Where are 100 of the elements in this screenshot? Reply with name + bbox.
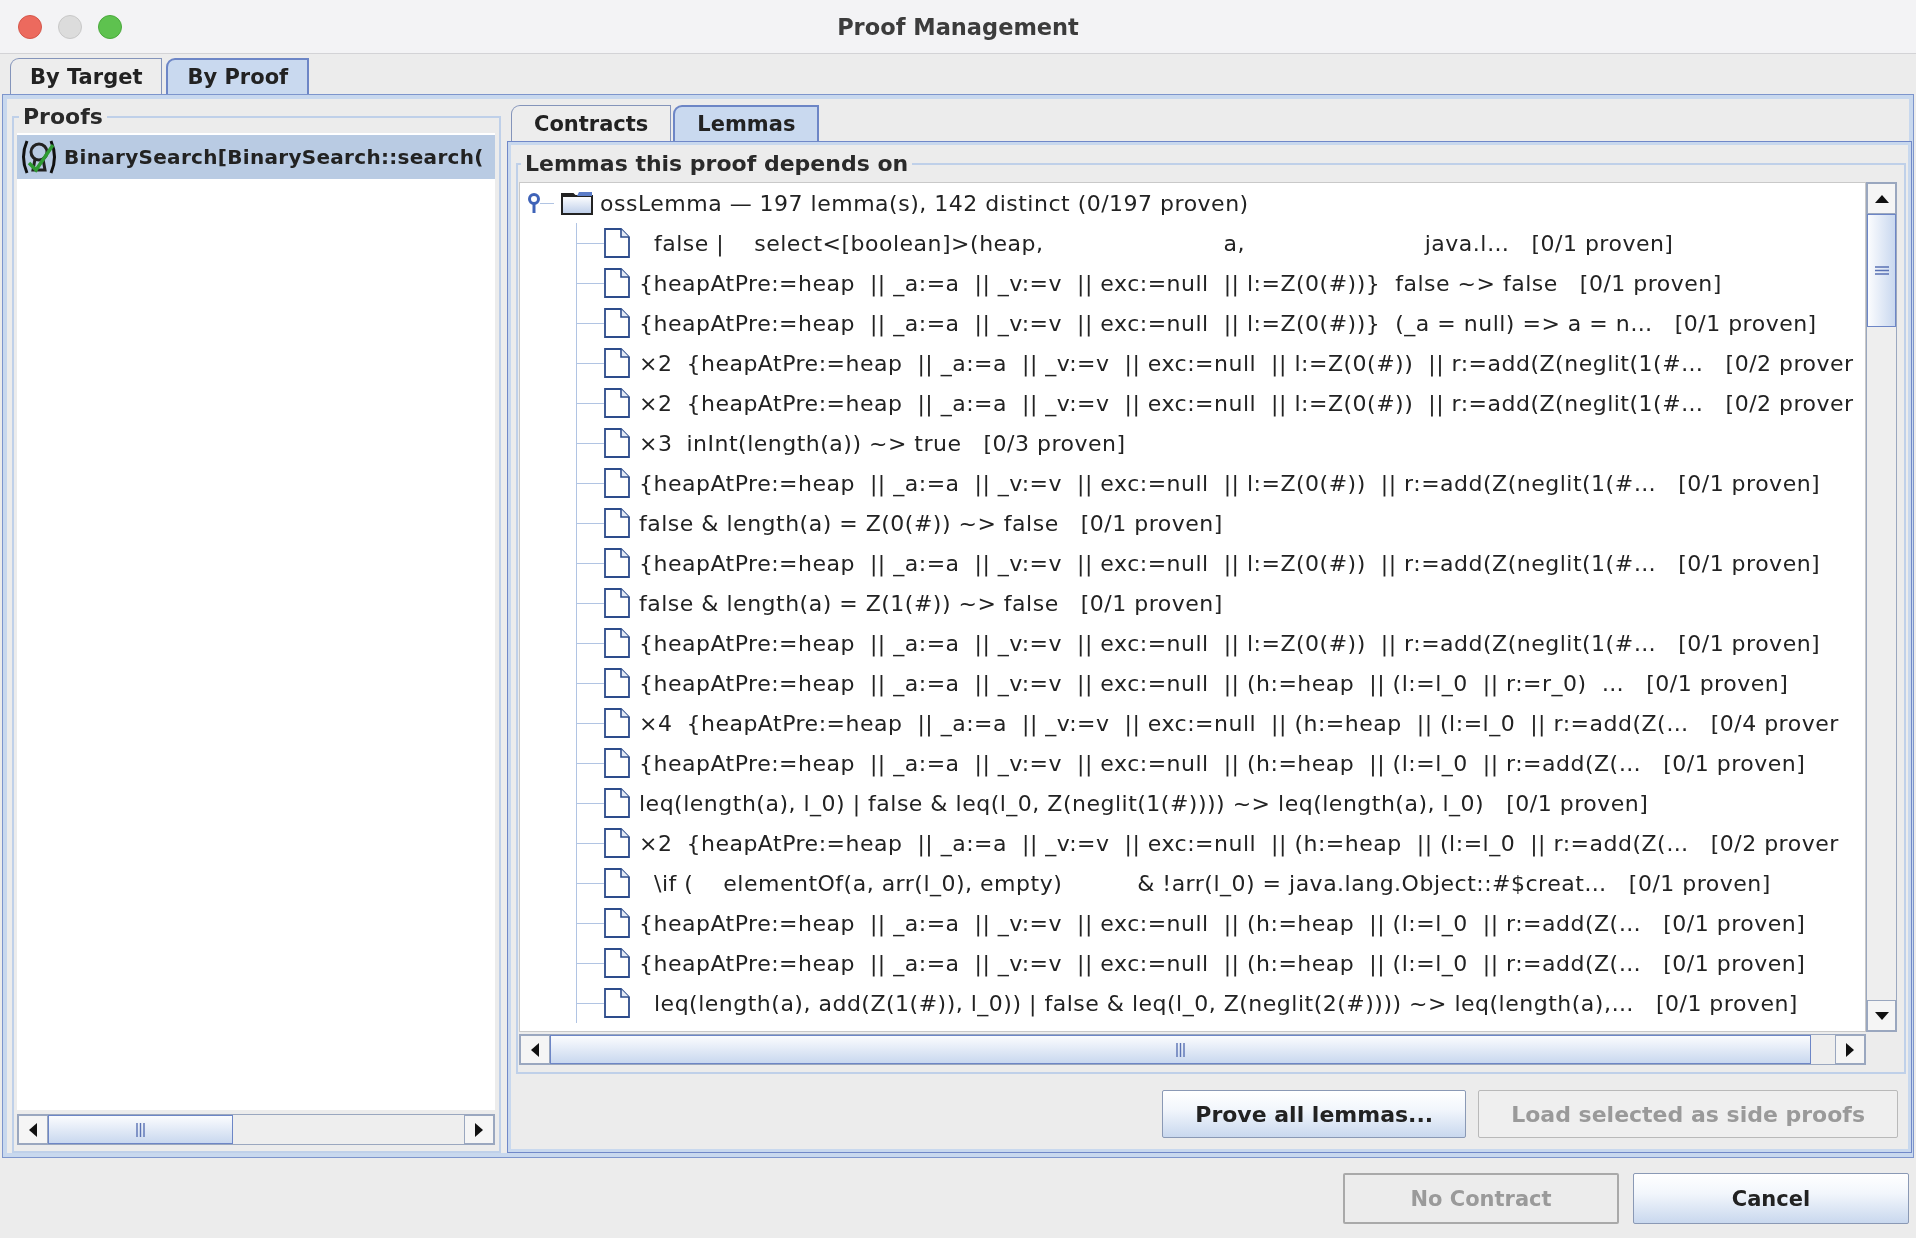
lemma-status: [0/3 proven] <box>983 430 1126 456</box>
scroll-left-button[interactable] <box>18 1115 48 1144</box>
tab[interactable]: By Proof <box>166 58 310 94</box>
left-arrow-icon <box>29 1122 37 1137</box>
left-arrow-icon <box>531 1042 539 1057</box>
lemma-label[interactable]: leq(length(a), l_0) | false & leq(l_0, Z(neglit(1(#)))) ~> leq(length(a), l_0) <box>639 790 1485 816</box>
grip-icon <box>136 1122 145 1137</box>
document-icon <box>604 428 630 458</box>
lemma-label[interactable]: false & length(a) = Z(0(#)) ~> false <box>639 510 1059 536</box>
document-icon <box>604 668 630 698</box>
lemma-status: [0/1 proven] <box>1646 670 1789 696</box>
tree-toggle-icon[interactable] <box>528 193 540 213</box>
document-icon <box>604 828 630 858</box>
document-icon <box>604 508 630 538</box>
lemma-label[interactable]: {heapAtPre:=heap || _a:=a || _v:=v || exc:=null || (h:=heap || (l:=l_0 || r:=add(Z(… <box>639 910 1642 936</box>
lemma-status: [0/1 proven] <box>1678 550 1821 576</box>
lemma-label[interactable]: {heapAtPre:=heap || _a:=a || _v:=v || exc:=null || l:=Z(0(#))} false ~> false <box>639 270 1558 296</box>
lemma-status: [0/1 proven] <box>1674 310 1817 336</box>
lemma-label[interactable]: {heapAtPre:=heap || _a:=a || _v:=v || exc:=null || (h:=heap || (l:=l_0 || r:=add(Z(… <box>639 750 1642 776</box>
lemma-status: [0/1 proven] <box>1678 470 1821 496</box>
document-icon <box>604 228 630 258</box>
dialog-button[interactable]: Cancel <box>1633 1173 1909 1224</box>
right-arrow-icon <box>475 1122 483 1137</box>
lemma-status: [0/1 proven] <box>1663 750 1806 776</box>
lemma-status: [0/2 prover <box>1725 390 1854 416</box>
scroll-up-button[interactable] <box>1867 183 1896 214</box>
lemma-status: [0/1 proven] <box>1080 510 1223 536</box>
document-icon <box>604 468 630 498</box>
scrollbar-thumb[interactable] <box>1867 214 1896 327</box>
up-arrow-icon <box>1874 194 1889 203</box>
lemma-status: [0/1 proven] <box>1506 790 1649 816</box>
scroll-left-button[interactable] <box>520 1035 550 1064</box>
lemma-label[interactable]: {heapAtPre:=heap || _a:=a || _v:=v || exc:=null || l:=Z(0(#)) || r:=add(Z(neglit(1(#… <box>639 550 1657 576</box>
lemma-label[interactable]: false & length(a) = Z(1(#)) ~> false <box>639 590 1059 616</box>
lemma-status: [0/1 proven] <box>1080 590 1223 616</box>
lemma-status: [0/1 proven] <box>1531 230 1674 256</box>
scrollbar-thumb[interactable] <box>48 1115 233 1144</box>
document-icon <box>604 708 630 738</box>
lemma-label[interactable]: {heapAtPre:=heap || _a:=a || _v:=v || exc:=null || l:=Z(0(#)) || r:=add(Z(neglit(1(#… <box>639 630 1657 656</box>
lemma-count: ×4 <box>639 710 673 736</box>
horizontal-scrollbar[interactable] <box>17 1114 495 1145</box>
lemma-label[interactable]: {heapAtPre:=heap || _a:=a || _v:=v || exc:=null || (h:=heap || (l:=l_0 || r:=add(Z(… <box>686 830 1689 856</box>
lemma-status: [0/2 prover <box>1710 830 1839 856</box>
lemma-status: [0/2 prover <box>1725 350 1854 376</box>
document-icon <box>604 948 630 978</box>
lemma-label[interactable]: {heapAtPre:=heap || _a:=a || _v:=v || exc:=null || l:=Z(0(#)) || r:=add(Z(neglit(1(#… <box>686 350 1704 376</box>
scroll-down-button[interactable] <box>1867 1000 1896 1031</box>
grip-icon <box>1874 266 1889 275</box>
lemma-label[interactable]: {heapAtPre:=heap || _a:=a || _v:=v || exc:=null || l:=Z(0(#)) || r:=add(Z(neglit(1(#… <box>639 470 1657 496</box>
zoom-button[interactable] <box>98 14 122 39</box>
window-title: Proof Management <box>837 13 1079 40</box>
lemma-status: [0/1 proven] <box>1678 630 1821 656</box>
group-title: Lemmas this proof depends on <box>524 152 910 176</box>
lemma-label[interactable]: {heapAtPre:=heap || _a:=a || _v:=v || exc:=null || l:=Z(0(#))} (_a = null) => a = n… <box>639 310 1653 336</box>
lemma-label[interactable]: \if ( elementOf(a, arr(l_0), empty) & !arr(l_0) = java.lang.Object::#$creat… <box>639 870 1607 896</box>
keyhole-check-icon <box>20 139 58 175</box>
lemma-label[interactable]: {heapAtPre:=heap || _a:=a || _v:=v || exc:=null || (h:=heap || (l:=l_0 || r:=r_0) … <box>639 670 1625 696</box>
lemma-status: [0/1 proven] <box>1579 270 1722 296</box>
document-icon <box>604 788 630 818</box>
document-icon <box>604 268 630 298</box>
lemma-count: ×2 <box>639 830 673 856</box>
document-icon <box>604 868 630 898</box>
down-arrow-icon <box>1874 1011 1889 1020</box>
lemma-count: ×2 <box>639 390 673 416</box>
tree-node-label[interactable]: ossLemma — 197 lemma(s), 142 distinct (0/197 proven) <box>600 190 1249 216</box>
document-icon <box>604 748 630 778</box>
grip-icon <box>1176 1042 1185 1057</box>
lemma-status: [0/1 proven] <box>1663 950 1806 976</box>
tab[interactable]: By Target <box>10 58 163 94</box>
proof-list-item[interactable]: BinarySearch[BinarySearch::search( <box>17 135 495 179</box>
lemma-label[interactable]: {heapAtPre:=heap || _a:=a || _v:=v || exc:=null || (h:=heap || (l:=l_0 || r:=add(Z(… <box>639 950 1642 976</box>
document-icon <box>604 308 630 338</box>
lemma-count: ×2 <box>639 350 673 376</box>
document-icon <box>604 908 630 938</box>
document-icon <box>604 548 630 578</box>
group-title: Proofs <box>22 105 104 129</box>
lemma-label[interactable]: false | select<[boolean]>(heap, a, java.l… <box>639 230 1510 256</box>
scroll-right-button[interactable] <box>464 1115 494 1144</box>
lemma-label[interactable]: leq(length(a), add(Z(1(#)), l_0)) | false & leq(l_0, Z(neglit(2(#)))) ~> leq(length(a),… <box>639 990 1634 1016</box>
document-icon <box>604 388 630 418</box>
right-arrow-icon <box>1846 1042 1854 1057</box>
lemma-count: ×3 <box>639 430 673 456</box>
tab[interactable]: Lemmas <box>673 105 820 141</box>
folder-icon <box>561 191 593 215</box>
document-icon <box>604 348 630 378</box>
tree-line <box>540 202 554 204</box>
document-icon <box>604 588 630 618</box>
lemma-status: [0/1 proven] <box>1655 990 1798 1016</box>
lemma-status: [0/1 proven] <box>1628 870 1771 896</box>
close-button[interactable] <box>18 14 42 39</box>
document-icon <box>604 988 630 1018</box>
lemma-label[interactable]: {heapAtPre:=heap || _a:=a || _v:=v || exc:=null || (h:=heap || (l:=l_0 || r:=add(Z(… <box>686 710 1689 736</box>
document-icon <box>604 628 630 658</box>
lemma-status: [0/4 prover <box>1710 710 1839 736</box>
scroll-right-button[interactable] <box>1835 1035 1865 1064</box>
lemma-label[interactable]: inInt(length(a)) ~> true <box>686 430 962 456</box>
vertical-scrollbar[interactable] <box>1866 182 1897 1032</box>
tab[interactable]: Contracts <box>511 105 672 141</box>
lemma-label[interactable]: {heapAtPre:=heap || _a:=a || _v:=v || exc:=null || l:=Z(0(#)) || r:=add(Z(neglit(1(#… <box>686 390 1704 416</box>
action-button[interactable]: Prove all lemmas... <box>1162 1090 1467 1138</box>
